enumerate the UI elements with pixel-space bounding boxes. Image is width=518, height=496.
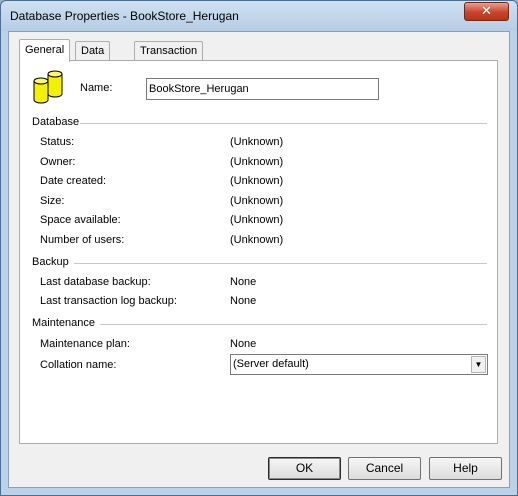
close-icon: ✕ <box>481 3 492 18</box>
help-button[interactable]: Help <box>429 457 502 480</box>
name-label: Name: <box>80 82 113 94</box>
database-icon <box>33 70 63 104</box>
collation-dropdown[interactable]: (Server default) ▼ <box>230 354 488 375</box>
status-value: (Unknown) <box>230 136 284 148</box>
maintenance-plan-label: Maintenance plan: <box>40 338 130 350</box>
tab-general[interactable]: General <box>19 39 71 62</box>
maintenance-section-label: Maintenance <box>32 317 95 329</box>
tab-transaction-log[interactable]: Transaction Log <box>134 41 204 75</box>
backup-section-label: Backup <box>32 256 69 268</box>
cancel-button[interactable]: Cancel <box>348 457 421 480</box>
name-field[interactable] <box>146 78 379 100</box>
database-section-label: Database <box>32 116 80 128</box>
window-title: Database Properties - BookStore_Herugan <box>10 9 239 23</box>
title-bar[interactable]: Database Properties - BookStore_Herugan … <box>1 1 517 31</box>
ok-button[interactable]: OK <box>268 457 341 480</box>
space-available-label: Space available: <box>40 214 121 226</box>
maintenance-plan-value: None <box>230 338 257 350</box>
tab-data-files[interactable]: Data Files <box>75 41 111 75</box>
collation-selected-value: (Server default) <box>233 358 309 370</box>
status-label: Status: <box>40 136 75 148</box>
close-button[interactable]: ✕ <box>464 2 509 21</box>
last-log-backup-value: None <box>230 295 257 307</box>
owner-label: Owner: <box>40 156 76 168</box>
chevron-down-icon[interactable]: ▼ <box>471 356 486 373</box>
date-created-label: Date created: <box>40 175 107 187</box>
general-tab-panel: Name: Database Status: (Unknown) Owner: … <box>19 60 498 444</box>
space-available-value: (Unknown) <box>230 214 284 226</box>
last-log-backup-label: Last transaction log backup: <box>40 295 177 307</box>
last-database-backup-value: None <box>230 276 257 288</box>
number-of-users-value: (Unknown) <box>230 234 284 246</box>
date-created-value: (Unknown) <box>230 175 284 187</box>
number-of-users-label: Number of users: <box>40 234 125 246</box>
dialog-client-area: General Data Files Transaction Log Name:… <box>8 31 510 488</box>
last-database-backup-label: Last database backup: <box>40 276 151 288</box>
properties-dialog: Database Properties - BookStore_Herugan … <box>0 0 518 496</box>
database-section-divider <box>80 123 487 124</box>
size-label: Size: <box>40 195 65 207</box>
maintenance-section-divider <box>100 324 487 325</box>
size-value: (Unknown) <box>230 195 284 207</box>
backup-section-divider <box>74 263 487 264</box>
collation-name-label: Collation name: <box>40 359 117 371</box>
owner-value: (Unknown) <box>230 156 284 168</box>
